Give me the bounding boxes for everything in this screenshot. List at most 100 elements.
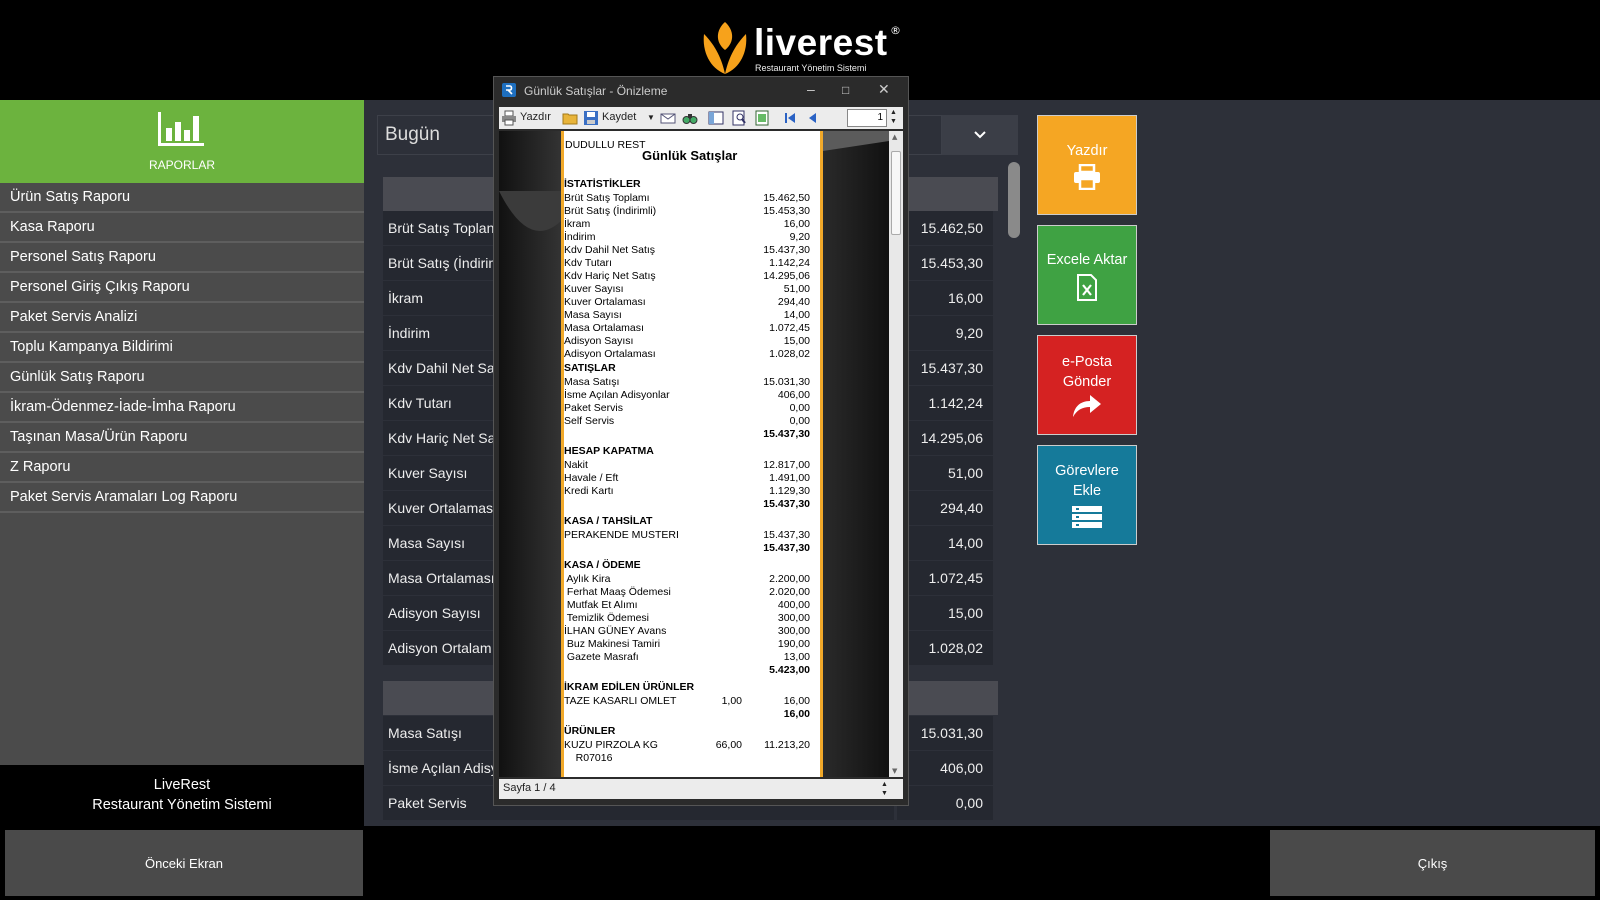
report-section-heading: SATIŞLAR [564, 362, 616, 374]
report-line-label: Brüt Satış (İndirimli) [564, 205, 657, 217]
sidebar-item-paket-servis-analizi[interactable]: Paket Servis Analizi [0, 303, 364, 333]
page-layout-icon[interactable] [708, 110, 724, 126]
report-line-value: 12.817,00 [763, 459, 810, 471]
row-label: Kuver Ortalaması [388, 500, 497, 516]
report-line-value: 51,00 [783, 283, 810, 295]
report-line-value: 15.462,50 [763, 192, 810, 204]
table-scrollbar[interactable] [1008, 162, 1020, 238]
report-line-label: Kredi Kartı [564, 485, 614, 497]
print-icon[interactable] [501, 110, 517, 126]
report-line-value: 0,00 [789, 402, 810, 414]
add-to-tasks-button[interactable]: Görevlere Ekle [1037, 445, 1137, 545]
exit-button[interactable]: Çıkış [1270, 830, 1595, 896]
liverest-logo: liverest ® Restaurant Yönetim Sistemi [700, 20, 910, 78]
report-line-label: Temizlik Ödemesi [564, 612, 649, 624]
report-line-value: 13,00 [783, 651, 810, 663]
preview-scrollbar-thumb[interactable] [891, 151, 901, 235]
page-spinner-icon[interactable]: ▲ ▼ [890, 108, 897, 126]
report-line-label: Kdv Tutarı [564, 257, 612, 269]
open-folder-icon[interactable] [562, 110, 578, 126]
minimize-icon[interactable]: ‒ [807, 81, 815, 97]
brand-footer: LiveRest Restaurant Yönetim Sistemi [0, 765, 364, 826]
report-line-value: 406,00 [777, 389, 810, 401]
row-value: 0,00 [955, 795, 983, 811]
email-icon[interactable] [660, 110, 676, 126]
report-line-label: Brüt Satış Toplamı [564, 192, 650, 204]
sidebar-item-urun-satis[interactable]: Ürün Satış Raporu [0, 183, 364, 213]
report-line-label: Mutfak Et Alımı [564, 599, 638, 611]
export-excel-button[interactable]: Excele Aktar [1037, 225, 1137, 325]
report-line-value: 0,00 [789, 415, 810, 427]
sidebar-item-personel-giris-cikis[interactable]: Personel Giriş Çıkış Raporu [0, 273, 364, 303]
row-value: 15,00 [947, 605, 983, 621]
period-dropdown-button[interactable] [942, 115, 1018, 155]
row-value: 14,00 [947, 535, 983, 551]
row-value: 1.028,02 [928, 640, 984, 656]
row-value: 51,00 [947, 465, 983, 481]
logo-subtitle: Restaurant Yönetim Sistemi [755, 63, 867, 73]
reports-header[interactable]: RAPORLAR [0, 100, 364, 183]
zoom-icon[interactable] [731, 110, 747, 126]
row-value: 1.072,45 [928, 570, 984, 586]
row-value: 9,20 [955, 325, 983, 341]
print-button[interactable]: Yazdır [1037, 115, 1137, 215]
toolbar-save-label[interactable]: Kaydet [602, 111, 636, 123]
report-line-value: 16,00 [783, 218, 810, 230]
sidebar-item-kasa[interactable]: Kasa Raporu [0, 213, 364, 243]
report-title: Günlük Satışlar [642, 148, 738, 163]
sidebar-item-z-raporu[interactable]: Z Raporu [0, 453, 364, 483]
save-dropdown-arrow-icon[interactable]: ▼ [647, 113, 655, 122]
row-value: 16,00 [947, 290, 983, 306]
report-line-label: Masa Satışı [564, 376, 620, 388]
close-icon[interactable]: ✕ [878, 81, 890, 98]
scroll-up-icon[interactable]: ▲ [892, 133, 897, 141]
report-line-value: 2.200,00 [769, 573, 810, 585]
report-line-label: İkram [564, 218, 591, 230]
toolbar-print-label[interactable]: Yazdır [520, 111, 551, 123]
report-line-label: PERAKENDE MUSTERI [564, 529, 679, 541]
find-binoculars-icon[interactable] [682, 110, 698, 126]
report-line-label: Adisyon Sayısı [564, 335, 634, 347]
report-line-value: 14.295,06 [763, 270, 810, 282]
report-section-heading: ÜRÜNLER [564, 725, 616, 737]
sidebar-item-tasinan-masa[interactable]: Taşınan Masa/Ürün Raporu [0, 423, 364, 453]
row-label: Brüt Satış Toplan [388, 220, 495, 236]
status-spinner-icon[interactable]: ▲ ▼ [881, 780, 888, 798]
report-line-label: Havale / Eft [564, 472, 619, 484]
logo-registered-mark: ® [890, 24, 901, 37]
page-setup-icon[interactable] [754, 110, 770, 126]
report-line-label: R07016 [564, 752, 613, 764]
sidebar-item-personel-satis[interactable]: Personel Satış Raporu [0, 243, 364, 273]
report-line-value: 14,00 [783, 309, 810, 321]
first-page-icon[interactable] [782, 110, 798, 126]
sidebar-item-gunluk-satis[interactable]: Günlük Satış Raporu [0, 363, 364, 393]
preview-titlebar: Günlük Satışlar - Önizleme ‒ □ ✕ [494, 77, 908, 103]
preview-scrollbar[interactable]: ▲ ▼ [889, 131, 903, 777]
maximize-icon[interactable]: □ [842, 83, 849, 97]
brand-tagline: Restaurant Yönetim Sistemi [92, 797, 272, 813]
previous-screen-button[interactable]: Önceki Ekran [5, 830, 363, 896]
chevron-down-icon [974, 131, 986, 139]
bar-chart-icon [158, 112, 204, 146]
row-value: 294,40 [940, 500, 983, 516]
previous-page-icon[interactable] [804, 110, 820, 126]
scroll-down-icon[interactable]: ▼ [892, 767, 897, 775]
send-email-button[interactable]: e-Posta Gönder [1037, 335, 1137, 435]
printer-icon [1074, 163, 1100, 190]
sidebar-item-toplu-kampanya[interactable]: Toplu Kampanya Bildirimi [0, 333, 364, 363]
tasks-icon [1072, 506, 1102, 528]
reports-header-label: RAPORLAR [148, 158, 216, 172]
sidebar-item-ikram-odenmez[interactable]: İkram-Ödenmez-İade-İmha Raporu [0, 393, 364, 423]
row-label: Adisyon Ortalam [388, 640, 492, 656]
sidebar-item-paket-servis-aramalari[interactable]: Paket Servis Aramaları Log Raporu [0, 483, 364, 513]
report-line-value: 190,00 [777, 638, 810, 650]
report-page: DUDULLU REST Günlük Satışlar İSTATİSTİKL… [561, 131, 823, 777]
page-number-input[interactable]: 1 [847, 109, 887, 127]
report-viewer[interactable]: DUDULLU REST Günlük Satışlar İSTATİSTİKL… [499, 131, 889, 777]
row-label: Masa Ortalaması [388, 570, 495, 586]
report-line-value: 15.031,30 [763, 376, 810, 388]
save-disk-icon[interactable] [583, 110, 599, 126]
tulip-logo-icon [703, 22, 747, 74]
report-line-value: 300,00 [777, 612, 810, 624]
report-line-value: 9,20 [789, 231, 810, 243]
